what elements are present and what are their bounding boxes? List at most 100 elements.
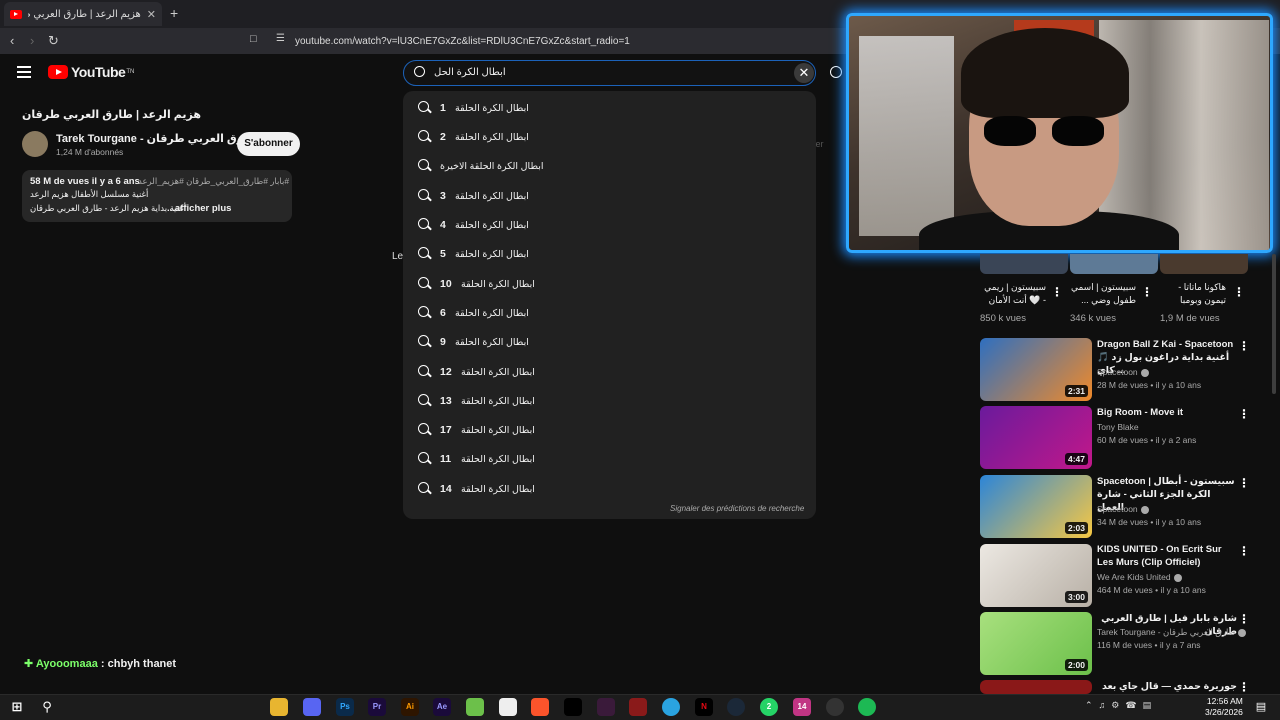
windows-start-icon[interactable]: ⊞: [8, 698, 26, 716]
app-purple-icon[interactable]: [597, 698, 615, 716]
video-title-link[interactable]: Big Room - Move it: [1097, 406, 1237, 419]
system-tray-icons[interactable]: ⌃♫⚙☎▤: [1085, 700, 1157, 711]
short-title[interactable]: سبيستون | اسمي طفول وضي ...: [1070, 281, 1136, 307]
channel-name-text[interactable]: Tarek Tourgane - طارق العربي طرقان: [56, 133, 258, 145]
suggestion-text: ابطال الكرة الحلقة: [461, 366, 535, 378]
description-line-1: أغنية مسلسل الأطفال هزيم الرعد: [30, 189, 149, 199]
clear-search-button[interactable]: ✕: [794, 63, 814, 83]
search-icon[interactable]: ⚲: [38, 698, 56, 716]
short-title[interactable]: سبيستون | ريمي - 🤍 أنت الأمان: [980, 281, 1046, 307]
suggestion-item[interactable]: 5 ابطال الكرة الحلقة: [403, 241, 816, 267]
telegram-icon[interactable]: [662, 698, 680, 716]
channel-link[interactable]: Spacetoon: [1097, 504, 1149, 514]
subscriber-count: 1,24 M d'abonnés: [56, 147, 124, 157]
bookmark-icon[interactable]: □: [250, 33, 257, 45]
suggestion-item[interactable]: 3 ابطال الكرة الحلقة: [403, 183, 816, 209]
video-thumbnail[interactable]: 4:47: [980, 406, 1092, 469]
video-thumbnail[interactable]: 2:00: [980, 612, 1092, 675]
short-thumbnail[interactable]: [1160, 254, 1248, 274]
brave-browser-icon[interactable]: [531, 698, 549, 716]
duration-badge: 2:03: [1064, 522, 1088, 534]
short-thumbnail[interactable]: [980, 254, 1068, 274]
suggestion-item[interactable]: 14 ابطال الكرة الحلقة: [403, 476, 816, 502]
youtube-logo[interactable]: YouTube TN: [48, 64, 134, 80]
suggestion-item[interactable]: 12 ابطال الكرة الحلقة: [403, 359, 816, 385]
search-query-text[interactable]: ابطال الكرة الحل: [434, 67, 506, 78]
suggestion-item[interactable]: 4 ابطال الكرة الحلقة: [403, 212, 816, 238]
url-field[interactable]: youtube.com/watch?v=lU3CnE7GxZc&list=RDl…: [270, 31, 850, 51]
suggestion-item[interactable]: 13 ابطال الكرة الحلقة: [403, 388, 816, 414]
more-options-icon[interactable]: ⋮: [1238, 544, 1250, 558]
taskbar-clock[interactable]: 12:56 AM 3/26/2026: [1205, 696, 1243, 718]
tab-close-icon[interactable]: ✕: [147, 8, 156, 21]
suggestion-item[interactable]: ابطال الكرة الحلقة الاخيرة: [403, 153, 816, 179]
channel-link[interactable]: Tarek Tourgane - طارق العربي طرقان: [1097, 627, 1247, 638]
game-icon[interactable]: [629, 698, 647, 716]
suggestion-item[interactable]: 10 ابطال الكرة الحلقة: [403, 271, 816, 297]
whatsapp-icon[interactable]: 2: [760, 698, 778, 716]
after-effects-icon[interactable]: Ae: [433, 698, 451, 716]
report-predictions-link[interactable]: Signaler des prédictions de recherche: [670, 504, 804, 513]
suggestion-item[interactable]: 6 ابطال الكرة الحلقة: [403, 300, 816, 326]
channel-avatar[interactable]: [22, 131, 48, 157]
short-title[interactable]: هاكونا ماتاتا - تيمون وبومبا: [1160, 281, 1226, 307]
video-thumbnail[interactable]: 2:31: [980, 338, 1092, 401]
search-icon: [418, 159, 429, 170]
description-hashtags[interactable]: #بابار #طارق_العربي_طرقان #هزيم_الرعد: [138, 176, 289, 187]
browser-tab[interactable]: هزيم الرعد | طارق العربي طرقان - ✕: [4, 2, 162, 26]
channel-link[interactable]: Spacetoon: [1097, 367, 1149, 377]
more-options-icon[interactable]: ⋮: [1141, 285, 1153, 299]
spotify-icon[interactable]: [858, 698, 876, 716]
netflix-icon[interactable]: N: [695, 698, 713, 716]
back-arrow-icon[interactable]: ‹: [10, 33, 14, 48]
show-more-link[interactable]: ...afficher plus: [167, 203, 231, 214]
app-icon[interactable]: [826, 698, 844, 716]
discord-icon[interactable]: [303, 698, 321, 716]
hamburger-menu-icon[interactable]: [17, 66, 31, 78]
notification-center-icon[interactable]: ▤: [1252, 698, 1270, 716]
video-thumbnail[interactable]: 2:03: [980, 475, 1092, 538]
tiktok-icon[interactable]: [564, 698, 582, 716]
suggestion-item[interactable]: 1 ابطال الكرة الحلقة: [403, 95, 816, 121]
reload-icon[interactable]: ↻: [48, 33, 59, 49]
search-icon: [418, 482, 429, 493]
subscribe-button[interactable]: S'abonner: [237, 132, 300, 156]
premiere-icon[interactable]: Pr: [368, 698, 386, 716]
steam-icon[interactable]: [727, 698, 745, 716]
suggestion-text: ابطال الكرة الحلقة: [461, 395, 535, 407]
forward-arrow-icon[interactable]: ›: [30, 33, 34, 48]
app-green-icon[interactable]: [466, 698, 484, 716]
channel-link-text[interactable]: Spacetoon: [1097, 367, 1138, 377]
new-tab-button[interactable]: +: [170, 5, 178, 21]
channel-link-text[interactable]: Spacetoon: [1097, 504, 1138, 514]
suggestion-number: 11: [440, 453, 452, 465]
more-options-icon[interactable]: ⋮: [1238, 476, 1250, 490]
more-options-icon[interactable]: ⋮: [1238, 339, 1250, 353]
channel-link[interactable]: We Are Kids United: [1097, 572, 1182, 582]
more-options-icon[interactable]: ⋮: [1233, 285, 1245, 299]
suggestion-item[interactable]: 9 ابطال الكرة الحلقة: [403, 329, 816, 355]
suggestion-item[interactable]: 11 ابطال الكرة الحلقة: [403, 446, 816, 472]
duration-badge: 4:47: [1064, 453, 1088, 465]
description-line-2: أغنية بداية هزيم الرعد - طارق العربي طرق…: [30, 203, 186, 213]
video-thumbnail[interactable]: [980, 680, 1092, 694]
file-explorer-icon[interactable]: [270, 698, 288, 716]
illustrator-icon[interactable]: Ai: [401, 698, 419, 716]
more-options-icon[interactable]: ⋮: [1051, 285, 1063, 299]
more-options-icon[interactable]: ⋮: [1238, 407, 1250, 421]
video-thumbnail[interactable]: 3:00: [980, 544, 1092, 607]
more-options-icon[interactable]: ⋮: [1238, 680, 1250, 694]
instagram-icon[interactable]: 14: [793, 698, 811, 716]
video-title-link[interactable]: KIDS UNITED - On Ecrit Sur Les Murs (Cli…: [1097, 543, 1237, 569]
search-button-icon[interactable]: [830, 66, 842, 78]
more-options-icon[interactable]: ⋮: [1238, 612, 1250, 626]
channel-link-text[interactable]: We Are Kids United: [1097, 572, 1171, 582]
suggestion-item[interactable]: 17 ابطال الكرة الحلقة: [403, 417, 816, 443]
scrollbar[interactable]: [1272, 254, 1276, 394]
channel-link-text[interactable]: Tarek Tourgane - طارق العربي طرقان: [1097, 627, 1235, 637]
short-thumbnail[interactable]: [1070, 254, 1158, 274]
channel-link[interactable]: Tony Blake: [1097, 422, 1139, 432]
suggestion-item[interactable]: 2 ابطال الكرة الحلقة: [403, 124, 816, 150]
photoshop-icon[interactable]: Ps: [336, 698, 354, 716]
capcut-icon[interactable]: [499, 698, 517, 716]
